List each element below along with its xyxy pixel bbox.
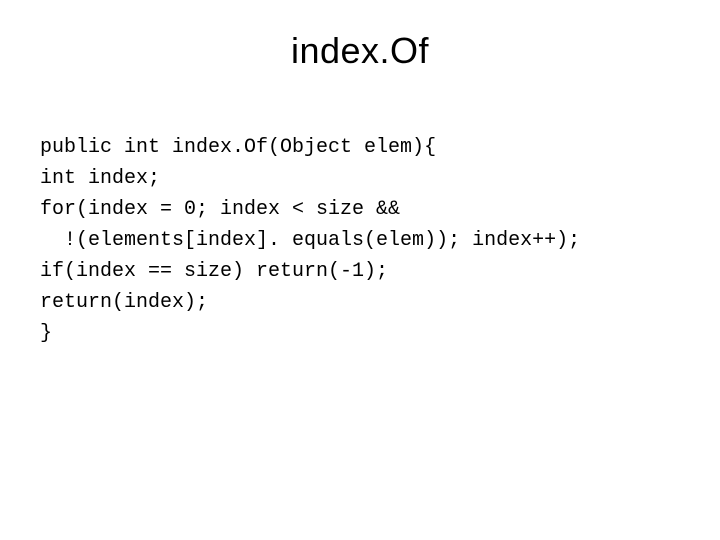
- code-line: }: [40, 322, 52, 345]
- code-line: int index;: [40, 167, 160, 190]
- code-line: return(index);: [40, 291, 208, 314]
- code-line: !(elements[index]. equals(elem)); index+…: [40, 229, 580, 252]
- code-block: public int index.Of(Object elem){ int in…: [40, 132, 680, 349]
- slide: index.Of public int index.Of(Object elem…: [0, 0, 720, 540]
- code-line: public int index.Of(Object elem){: [40, 136, 436, 159]
- code-line: for(index = 0; index < size &&: [40, 198, 400, 221]
- slide-title: index.Of: [40, 30, 680, 72]
- code-line: if(index == size) return(-1);: [40, 260, 388, 283]
